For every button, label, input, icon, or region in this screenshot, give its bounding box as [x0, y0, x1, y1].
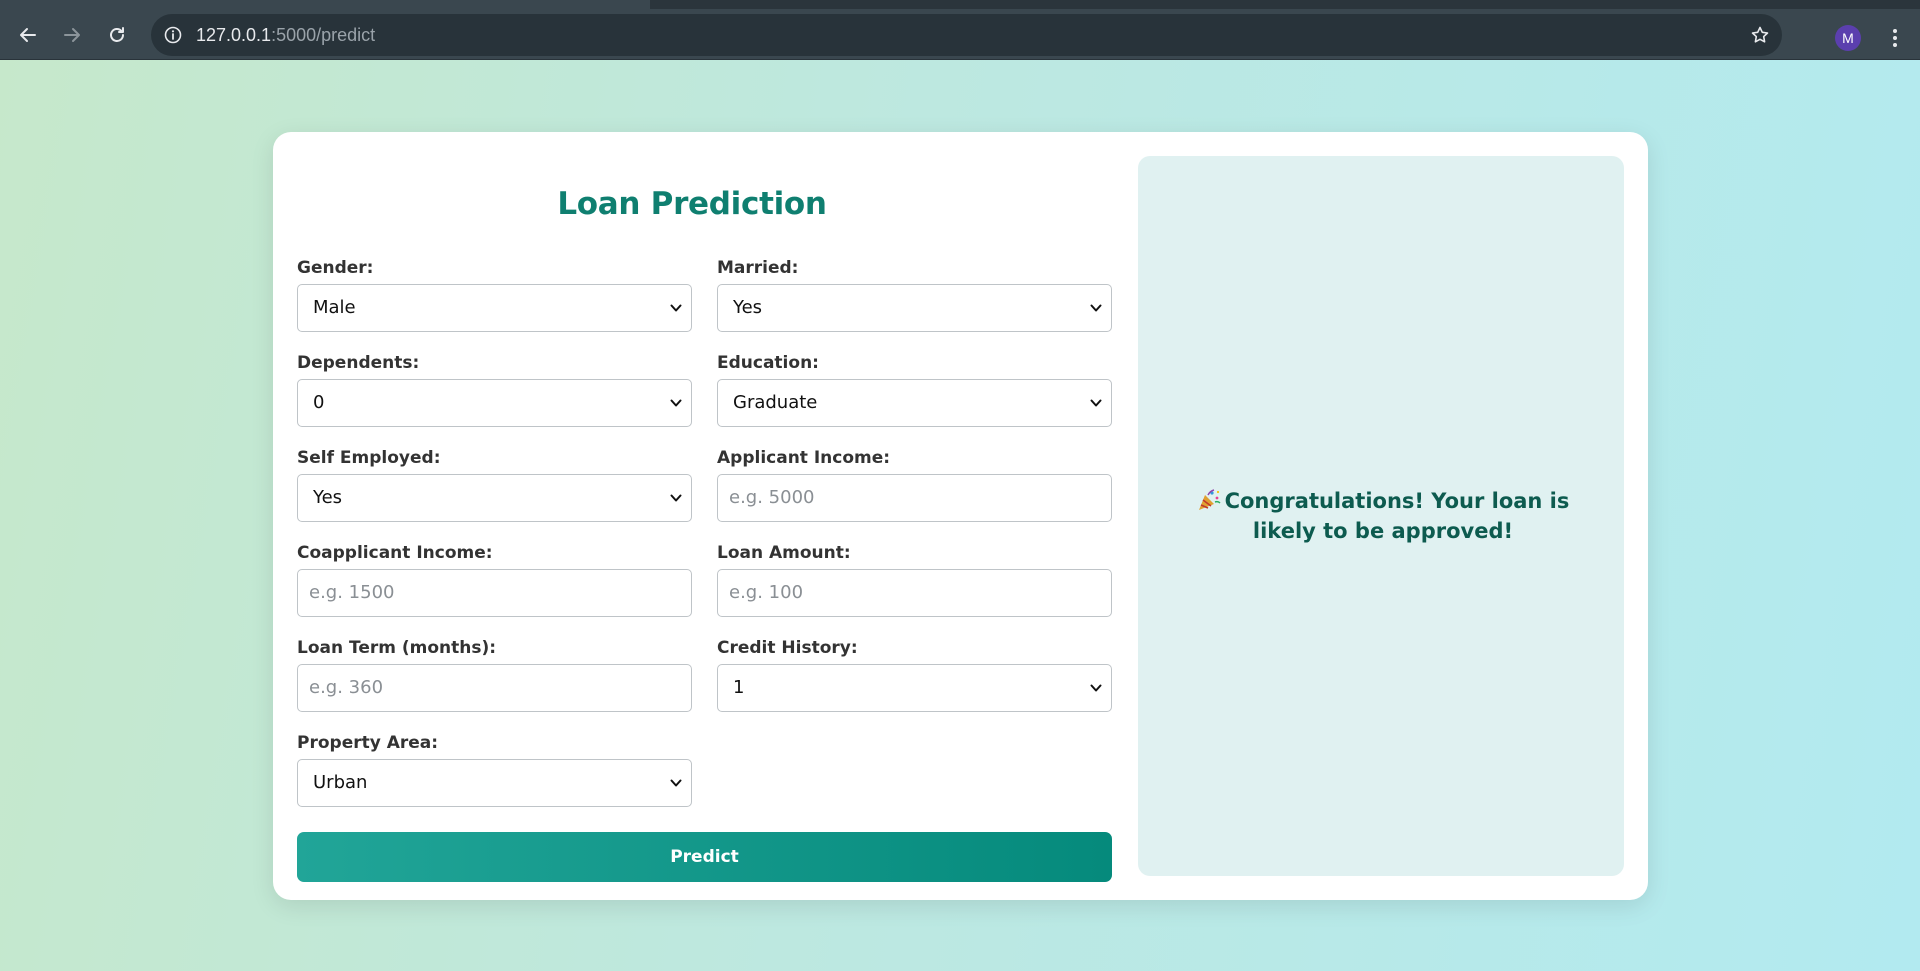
dependents-value: 0 [313, 392, 325, 413]
site-info-button[interactable] [161, 23, 185, 47]
gender-select[interactable]: Male [297, 284, 692, 332]
dependents-field: Dependents: 0 [297, 351, 692, 427]
loan-term-field: Loan Term (months): e.g. 360 [297, 636, 692, 712]
arrow-right-icon [64, 28, 80, 42]
url-path: :5000/predict [271, 25, 376, 45]
property-area-field: Property Area: Urban [297, 731, 692, 807]
applicant-income-field: Applicant Income: e.g. 5000 [717, 446, 1112, 522]
dependents-select[interactable]: 0 [297, 379, 692, 427]
credit-history-value: 1 [733, 677, 745, 698]
coapplicant-income-label: Coapplicant Income: [297, 543, 493, 563]
star-icon [1751, 26, 1769, 43]
chevron-down-icon [670, 304, 682, 312]
chevron-down-icon [1090, 684, 1102, 692]
predict-button-label: Predict [670, 847, 739, 867]
browser-toolbar: 127.0.0.1:5000/predict M [0, 9, 1920, 60]
credit-history-label: Credit History: [717, 638, 858, 658]
arrow-left-icon [20, 28, 36, 42]
loan-term-label: Loan Term (months): [297, 638, 497, 658]
active-tab-edge [0, 0, 650, 9]
url-host: 127.0.0.1 [196, 25, 272, 45]
chevron-down-icon [670, 399, 682, 407]
married-label: Married: [717, 258, 799, 278]
gender-field: Gender: Male [297, 256, 692, 332]
education-value: Graduate [733, 392, 818, 413]
kebab-menu-icon [1893, 29, 1897, 47]
education-label: Education: [717, 353, 819, 373]
prediction-card: Loan Prediction Gender: Male Married: Ye… [273, 132, 1648, 900]
coapplicant-income-input[interactable]: e.g. 1500 [297, 569, 692, 617]
married-value: Yes [733, 297, 763, 318]
profile-initial: M [1842, 30, 1854, 46]
gender-value: Male [313, 297, 356, 318]
education-field: Education: Graduate [717, 351, 1112, 427]
chevron-down-icon [670, 779, 682, 787]
loan-amount-input[interactable]: e.g. 100 [717, 569, 1112, 617]
credit-history-field: Credit History: 1 [717, 636, 1112, 712]
married-select[interactable]: Yes [717, 284, 1112, 332]
property-area-value: Urban [313, 772, 368, 793]
self-employed-field: Self Employed: Yes [297, 446, 692, 522]
gender-label: Gender: [297, 258, 374, 278]
result-panel: Congratulations! Your loan is likely to … [1138, 156, 1624, 876]
coapplicant-income-field: Coapplicant Income: e.g. 1500 [297, 541, 692, 617]
loan-amount-placeholder: e.g. 100 [729, 582, 804, 603]
property-area-label: Property Area: [297, 733, 439, 753]
reload-icon [110, 27, 124, 42]
loan-term-input[interactable]: e.g. 360 [297, 664, 692, 712]
self-employed-value: Yes [313, 487, 343, 508]
education-select[interactable]: Graduate [717, 379, 1112, 427]
url-text: 127.0.0.1:5000/predict [196, 25, 375, 46]
loan-amount-field: Loan Amount: e.g. 100 [717, 541, 1112, 617]
credit-history-select[interactable]: 1 [717, 664, 1112, 712]
loan-term-placeholder: e.g. 360 [309, 677, 384, 698]
address-bar[interactable]: 127.0.0.1:5000/predict [151, 14, 1782, 56]
bookmark-star-button[interactable] [1748, 23, 1772, 47]
chevron-down-icon [1090, 304, 1102, 312]
property-area-select[interactable]: Urban [297, 759, 692, 807]
self-employed-select[interactable]: Yes [297, 474, 692, 522]
party-popper-icon [1198, 489, 1221, 510]
coapplicant-income-placeholder: e.g. 1500 [309, 582, 395, 603]
page-background: Loan Prediction Gender: Male Married: Ye… [0, 60, 1920, 971]
result-message: Congratulations! Your loan is likely to … [1168, 486, 1598, 546]
back-button[interactable] [8, 15, 48, 55]
applicant-income-placeholder: e.g. 5000 [729, 487, 815, 508]
married-field: Married: Yes [717, 256, 1112, 332]
result-message-text: Congratulations! Your loan is likely to … [1224, 489, 1570, 543]
chevron-down-icon [1090, 399, 1102, 407]
page-title: Loan Prediction [557, 186, 827, 222]
self-employed-label: Self Employed: [297, 448, 441, 468]
applicant-income-label: Applicant Income: [717, 448, 891, 468]
applicant-income-input[interactable]: e.g. 5000 [717, 474, 1112, 522]
profile-avatar[interactable]: M [1835, 25, 1861, 51]
forward-button[interactable] [52, 15, 92, 55]
browser-tab-strip [0, 0, 1920, 9]
predict-button[interactable]: Predict [297, 832, 1112, 882]
chevron-down-icon [670, 494, 682, 502]
browser-menu-button[interactable] [1880, 23, 1910, 53]
reload-button[interactable] [97, 15, 137, 55]
info-icon [164, 26, 182, 44]
loan-amount-label: Loan Amount: [717, 543, 851, 563]
dependents-label: Dependents: [297, 353, 420, 373]
